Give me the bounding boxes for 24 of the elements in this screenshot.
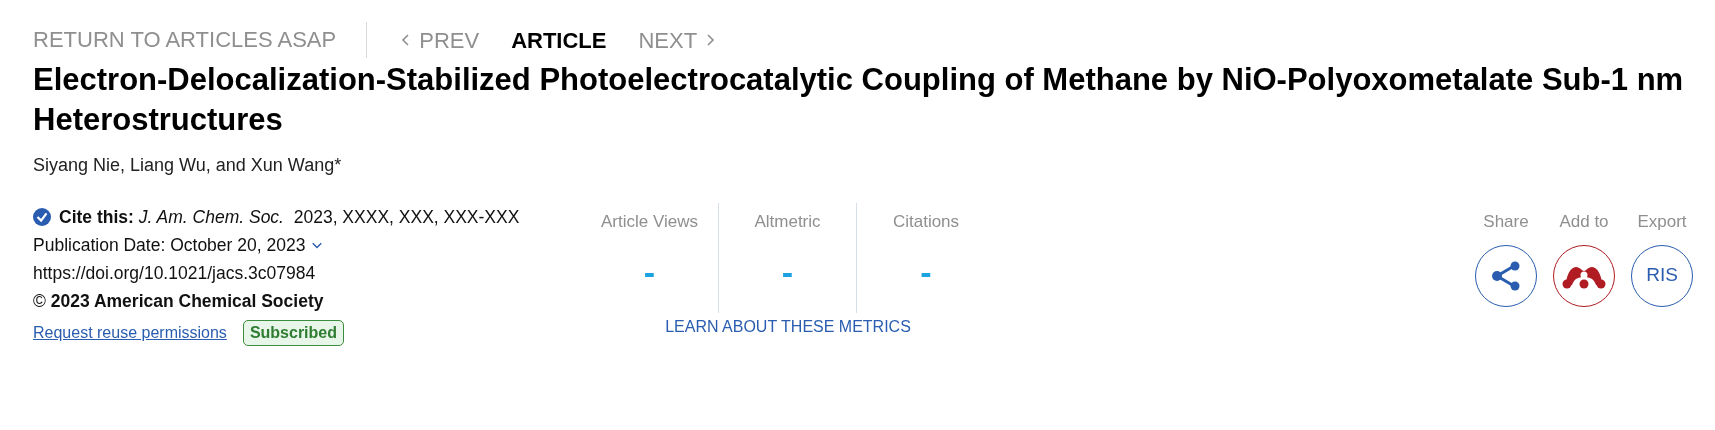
access-badge: Subscribed	[242, 320, 344, 346]
metric-label: Article Views	[601, 211, 698, 233]
metric-value: -	[643, 251, 656, 293]
action-label: Share	[1483, 211, 1529, 233]
metric-label: Citations	[892, 211, 960, 233]
metrics-link[interactable]: LEARN ABOUT THESE METRICS	[665, 315, 911, 339]
metric-value: -	[781, 251, 794, 293]
return-link[interactable]: RETURN TO ARTICLES ASAP	[33, 22, 368, 58]
action-label: Add to	[1559, 211, 1609, 233]
author-list: Siyang Nie, Liang Wu, and Xun Wang*	[33, 152, 1715, 179]
copyright-notice: © 2023 American Chemical Society	[33, 290, 325, 313]
share-icon	[1491, 260, 1521, 291]
current-tab[interactable]: ARTICLE	[511, 23, 607, 57]
citation-text: Cite this: J. Am. Chem. Soc. 2023, XXXX, XXX, XXX-XXX	[33, 203, 553, 231]
metric-label: Altmetric	[754, 211, 821, 233]
action-label: Export	[1637, 211, 1687, 233]
publication-date: Publication Date: October 20, 2023	[33, 234, 306, 257]
metric-value: -	[920, 251, 932, 293]
doi-link[interactable]: https://doi.org/10.1021/jacs.3c07984	[33, 259, 588, 287]
check-circle-icon	[33, 208, 51, 226]
previous-link[interactable]: PREV	[399, 23, 480, 57]
permissions-link[interactable]: Request reuse permissions	[33, 319, 227, 347]
next-link[interactable]: NEXT	[638, 23, 718, 57]
article-title: Electron-Delocalization-Stabilized Photoelectrocatalytic Coupling of Methane by NiO-Polyoxometalate Sub-1 nm Heterostructures	[33, 61, 1685, 139]
